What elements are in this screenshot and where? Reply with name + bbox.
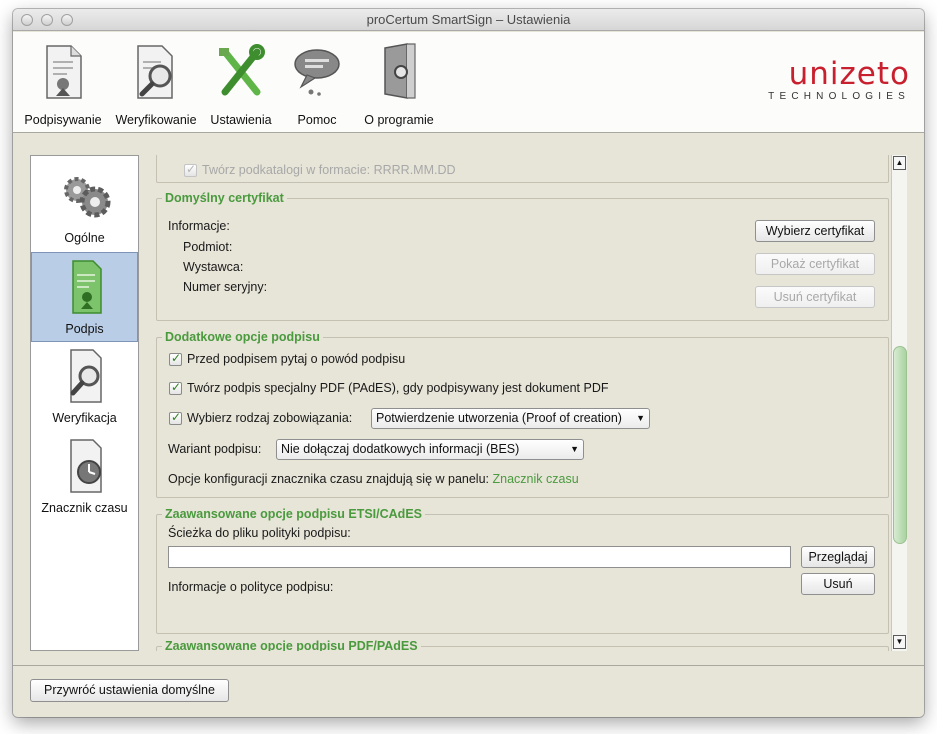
- subfolder-checkbox[interactable]: [184, 162, 197, 177]
- timestamp-clock-icon: [69, 439, 102, 493]
- sidebar-label-timestamp: Znacznik czasu: [41, 501, 128, 515]
- sidebar-item-general[interactable]: Ogólne: [31, 162, 138, 252]
- cert-info-label: Informacje:: [168, 219, 230, 233]
- settings-window: proCertum SmartSign – Ustawienia Podpisy…: [13, 9, 924, 717]
- verify-document-icon: [137, 45, 173, 99]
- toolbar-settings-label: Ustawienia: [210, 113, 272, 127]
- pdf-pades-title: Zaawansowane opcje podpisu PDF/PAdES: [162, 639, 421, 651]
- default-cert-title: Domyślny certyfikat: [162, 191, 287, 205]
- browse-button[interactable]: Przeglądaj: [801, 546, 875, 568]
- restore-defaults-button[interactable]: Przywróć ustawienia domyślne: [30, 679, 229, 702]
- main-toolbar: Podpisywanie Weryfikowanie Ustawienia Po…: [13, 32, 924, 133]
- extra-options-group: Dodatkowe opcje podpisu Przed podpisem p…: [156, 330, 889, 498]
- about-door-icon: [384, 43, 416, 99]
- scroll-thumb[interactable]: [893, 346, 907, 544]
- sidebar-label-general: Ogólne: [64, 231, 105, 245]
- variant-select[interactable]: Nie dołączaj dodatkowych informacji (BES…: [276, 439, 584, 460]
- settings-content: Twórz podkatalogi w formacie: RRRR.MM.DD…: [153, 155, 890, 651]
- commitment-select[interactable]: Potwierdzenie utworzenia (Proof of creat…: [371, 408, 650, 429]
- default-cert-group: Domyślny certyfikat Informacje: Podmiot:…: [156, 191, 889, 321]
- etsi-title: Zaawansowane opcje podpisu ETSI/CAdES: [162, 507, 425, 521]
- tools-icon: [219, 44, 265, 96]
- content-scrollbar[interactable]: ▲ ▼: [891, 155, 907, 651]
- sidebar-item-timestamp[interactable]: Znacznik czasu: [31, 432, 138, 522]
- policy-path-input[interactable]: [168, 546, 791, 568]
- cert-issuer-label: Wystawca:: [183, 260, 244, 274]
- toolbar-about[interactable]: O programie: [357, 42, 441, 127]
- etsi-group: Zaawansowane opcje podpisu ETSI/CAdES Śc…: [156, 507, 889, 634]
- remove-policy-button[interactable]: Usuń: [801, 573, 875, 595]
- sidebar-item-signature[interactable]: Podpis: [31, 252, 138, 342]
- commitment-select-value: Potwierdzenie utworzenia (Proof of creat…: [376, 411, 622, 425]
- scroll-down-icon[interactable]: ▼: [893, 635, 906, 649]
- tsa-link[interactable]: Znacznik czasu: [493, 472, 579, 486]
- chevron-down-icon: ▼: [570, 444, 579, 454]
- zoom-window-button[interactable]: [61, 14, 73, 26]
- toolbar-help-label: Pomoc: [297, 113, 337, 127]
- minimize-window-button[interactable]: [41, 14, 53, 26]
- cert-serial-label: Numer seryjny:: [183, 280, 268, 294]
- variant-select-value: Nie dołączaj dodatkowych informacji (BES…: [281, 442, 520, 456]
- sidebar-item-verification[interactable]: Weryfikacja: [31, 342, 138, 432]
- speech-bubble-icon: [294, 49, 340, 96]
- subfolder-checkbox-label: Twórz podkatalogi w formacie: RRRR.MM.DD: [202, 163, 456, 177]
- sidebar-label-signature: Podpis: [65, 322, 104, 336]
- commitment-checkbox[interactable]: [169, 410, 182, 425]
- policy-info-label: Informacje o polityce podpisu:: [168, 580, 334, 594]
- toolbar-signing[interactable]: Podpisywanie: [23, 42, 103, 127]
- extra-options-title: Dodatkowe opcje podpisu: [162, 330, 323, 344]
- settings-sidebar: Ogólne Podpis Weryfikacja Znacznik czasu: [30, 155, 139, 651]
- show-cert-button[interactable]: Pokaż certyfikat: [755, 253, 875, 275]
- variant-label: Wariant podpisu:: [168, 442, 262, 456]
- ask-reason-checkbox[interactable]: [169, 351, 182, 366]
- toolbar-verify[interactable]: Weryfikowanie: [113, 42, 199, 127]
- chevron-down-icon: ▼: [636, 413, 645, 423]
- sidebar-label-verification: Weryfikacja: [52, 411, 117, 425]
- footer-bar: Przywróć ustawienia domyślne: [13, 665, 924, 717]
- logo-subtitle: TECHNOLOGIES: [768, 91, 910, 102]
- gears-icon: [63, 177, 110, 218]
- toolbar-about-label: O programie: [364, 113, 434, 127]
- toolbar-signing-label: Podpisywanie: [24, 113, 102, 127]
- verify-magnifier-icon: [69, 349, 102, 403]
- toolbar-help[interactable]: Pomoc: [289, 42, 345, 127]
- toolbar-settings[interactable]: Ustawienia: [207, 42, 275, 127]
- tsa-info-text: Opcje konfiguracji znacznika czasu znajd…: [168, 472, 490, 486]
- toolbar-verify-label: Weryfikowanie: [115, 113, 197, 127]
- cert-subject-label: Podmiot:: [183, 240, 233, 254]
- choose-cert-button[interactable]: Wybierz certyfikat: [755, 220, 875, 242]
- tsa-info: Opcje konfiguracji znacznika czasu znajd…: [168, 472, 579, 486]
- ask-reason-label: Przed podpisem pytaj o powód podpisu: [187, 352, 406, 366]
- remove-cert-button[interactable]: Usuń certyfikat: [755, 286, 875, 308]
- unizeto-logo: unizeto TECHNOLOGIES: [768, 56, 910, 103]
- policy-path-label: Ścieżka do pliku polityki podpisu:: [168, 526, 351, 540]
- scroll-up-icon[interactable]: ▲: [893, 156, 906, 170]
- pdf-pades-group: Zaawansowane opcje podpisu PDF/PAdES: [156, 639, 889, 651]
- title-bar: proCertum SmartSign – Ustawienia: [13, 9, 924, 31]
- sign-document-icon: [46, 45, 82, 99]
- logo-brand: unizeto: [788, 56, 910, 92]
- pades-checkbox[interactable]: [169, 380, 182, 395]
- close-window-button[interactable]: [21, 14, 33, 26]
- subfolder-group: Twórz podkatalogi w formacie: RRRR.MM.DD: [156, 155, 889, 183]
- window-title: proCertum SmartSign – Ustawienia: [366, 12, 571, 27]
- pades-label: Twórz podpis specjalny PDF (PAdES), gdy …: [187, 381, 609, 395]
- green-sign-document-icon: [71, 260, 102, 314]
- commitment-label: Wybierz rodzaj zobowiązania:: [187, 411, 353, 425]
